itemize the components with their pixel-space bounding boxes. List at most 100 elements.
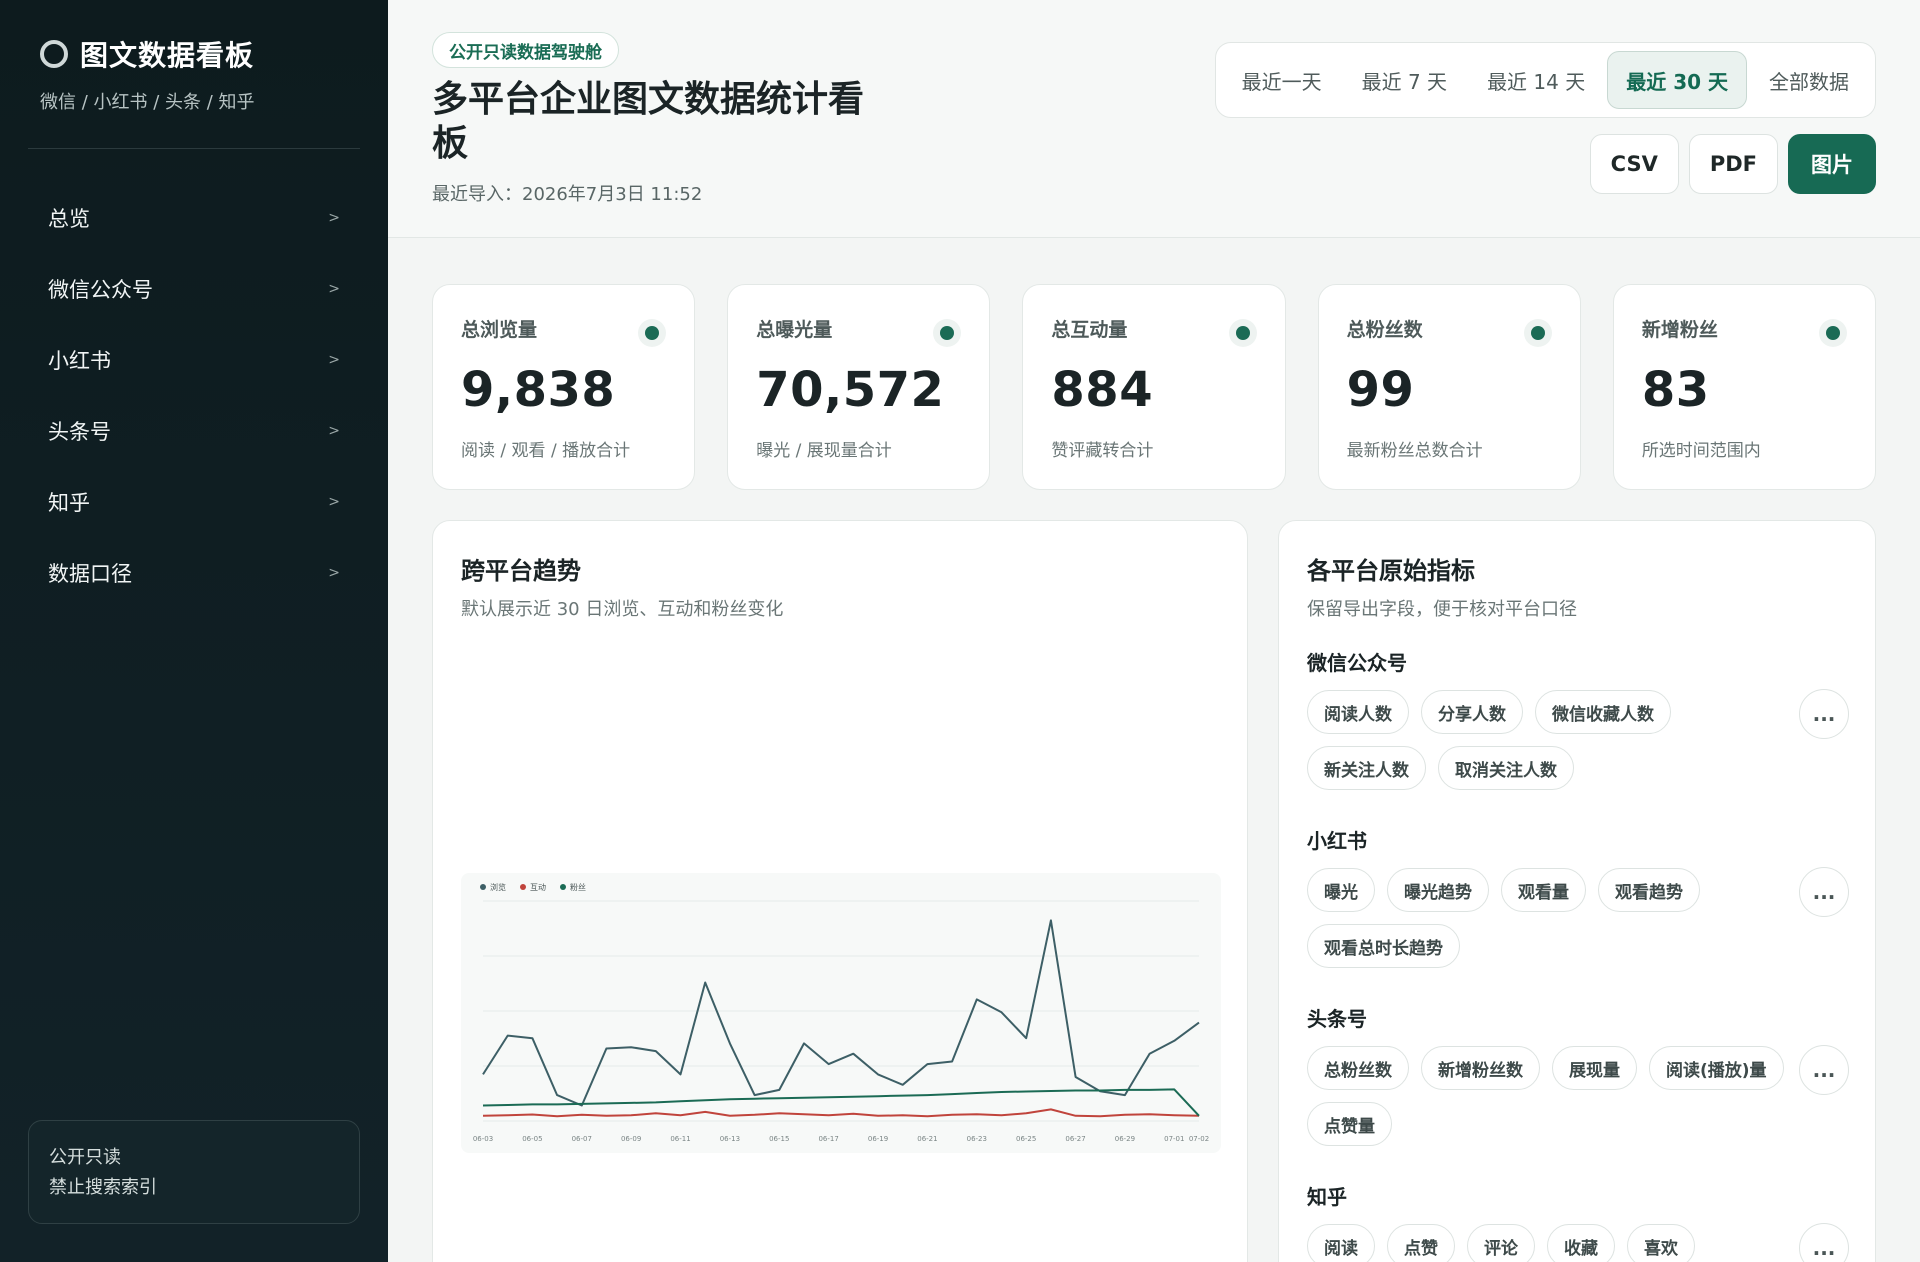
series-line-浏览 <box>482 919 1200 1107</box>
sidebar-item-label: 总览 <box>48 207 90 231</box>
readonly-tag: 公开只读数据驾驶舱 <box>432 32 619 68</box>
metrics-title: 各平台原始指标 <box>1307 557 1475 585</box>
import-timestamp: 最近导入：2026年7月3日 11:52 <box>432 184 703 205</box>
metric-chip[interactable]: 新关注人数 <box>1307 746 1426 790</box>
range-all-button[interactable]: 全部数据 <box>1751 51 1867 109</box>
more-metrics-button[interactable]: ... <box>1799 689 1849 739</box>
range-30-days-button[interactable]: 最近 30 天 <box>1607 51 1747 109</box>
metric-chip[interactable]: 收藏 <box>1547 1224 1615 1262</box>
platform-name: 知乎 <box>1307 1185 1347 1209</box>
metric-chips: 曝光 曝光趋势 观看量 观看趋势 观看总时长趋势 <box>1307 868 1787 968</box>
metric-chips: 阅读 点赞 评论 收藏 喜欢 <box>1307 1224 1787 1262</box>
platform-group-zhihu: 知乎 阅读 点赞 评论 收藏 喜欢 ... <box>1307 1181 1849 1262</box>
page-title: 多平台企业图文数据统计看板 <box>432 79 865 164</box>
metric-chip[interactable]: 总粉丝数 <box>1307 1046 1409 1090</box>
sidebar-item-label: 小红书 <box>48 349 111 373</box>
metric-chip[interactable]: 评论 <box>1467 1224 1535 1262</box>
metric-chip[interactable]: 阅读人数 <box>1307 690 1409 734</box>
x-tick-label: 06-17 <box>818 1135 838 1143</box>
x-tick-label: 06-05 <box>522 1135 542 1143</box>
sidebar-divider <box>28 148 360 149</box>
brand-logo-icon <box>40 40 68 68</box>
platform-group-toutiao: 头条号 总粉丝数 新增粉丝数 展现量 阅读(播放)量 点赞量 ... <box>1307 1003 1849 1146</box>
platform-name: 头条号 <box>1307 1007 1367 1031</box>
kpi-note: 赞评藏转合计 <box>1051 441 1154 461</box>
metric-chip[interactable]: 展现量 <box>1552 1046 1637 1090</box>
trend-subtitle: 默认展示近 30 日浏览、互动和粉丝变化 <box>461 599 784 620</box>
metric-chip[interactable]: 微信收藏人数 <box>1535 690 1671 734</box>
platform-name: 小红书 <box>1307 829 1367 853</box>
sidebar-footer-notice: 公开只读 禁止搜索索引 <box>28 1120 360 1224</box>
kpi-note: 曝光 / 展现量合计 <box>756 441 892 461</box>
metric-chip[interactable]: 分享人数 <box>1421 690 1523 734</box>
legend-label: 浏览 <box>490 882 506 892</box>
more-metrics-button[interactable]: ... <box>1799 867 1849 917</box>
export-image-button[interactable]: 图片 <box>1788 134 1876 194</box>
kpi-value: 99 <box>1346 362 1415 418</box>
export-pdf-button[interactable]: PDF <box>1688 134 1778 194</box>
kpi-value: 884 <box>1051 362 1154 418</box>
metric-chip[interactable]: 曝光 <box>1307 868 1375 912</box>
sidebar-item-data-definitions[interactable]: 数据口径 > <box>28 545 360 601</box>
kpi-value: 9,838 <box>461 362 616 418</box>
kpi-card-total-views: 总浏览量 9,838 阅读 / 观看 / 播放合计 <box>432 284 696 490</box>
legend-marker <box>480 884 486 890</box>
trend-title: 跨平台趋势 <box>461 557 581 585</box>
metric-chip[interactable]: 喜欢 <box>1627 1224 1695 1262</box>
x-tick-label: 06-13 <box>720 1135 740 1143</box>
status-dot-icon <box>1819 319 1848 347</box>
range-7-days-button[interactable]: 最近 7 天 <box>1344 51 1465 109</box>
sidebar-item-label: 头条号 <box>48 420 111 444</box>
footer-noindex-text: 禁止搜索索引 <box>49 1177 157 1198</box>
brand: 图文数据看板 <box>40 34 254 74</box>
x-tick-label: 06-19 <box>868 1135 888 1143</box>
range-14-days-button[interactable]: 最近 14 天 <box>1469 51 1603 109</box>
sidebar-item-label: 微信公众号 <box>48 278 153 302</box>
sidebar-item-overview[interactable]: 总览 > <box>28 190 360 246</box>
sidebar-item-toutiao[interactable]: 头条号 > <box>28 403 360 459</box>
kpi-note: 最新粉丝总数合计 <box>1346 441 1483 461</box>
export-csv-button[interactable]: CSV <box>1589 134 1679 194</box>
status-dot-icon <box>1523 319 1552 347</box>
metric-chip[interactable]: 阅读 <box>1307 1224 1375 1262</box>
platform-group-xiaohongshu: 小红书 曝光 曝光趋势 观看量 观看趋势 观看总时长趋势 ... <box>1307 825 1849 968</box>
platform-name: 微信公众号 <box>1307 651 1407 675</box>
kpi-card-total-followers: 总粉丝数 99 最新粉丝总数合计 <box>1317 284 1581 490</box>
kpi-label: 新增粉丝 <box>1641 319 1718 341</box>
more-metrics-button[interactable]: ... <box>1799 1045 1849 1095</box>
metric-chip[interactable]: 观看趋势 <box>1598 868 1700 912</box>
metric-chip[interactable]: 点赞 <box>1387 1224 1455 1262</box>
kpi-cards: 总浏览量 9,838 阅读 / 观看 / 播放合计 总曝光量 70,572 曝光… <box>432 284 1877 490</box>
x-tick-label: 06-07 <box>572 1135 592 1143</box>
sidebar-item-wechat[interactable]: 微信公众号 > <box>28 261 360 317</box>
trend-chart: 浏览 互动 粉丝 06-03 06-05 06-07 06-09 06-11 06-13 06-1… <box>473 882 1209 1143</box>
kpi-note: 所选时间范围内 <box>1641 441 1761 461</box>
metric-chip[interactable]: 观看总时长趋势 <box>1307 924 1460 968</box>
platform-metrics-card: 各平台原始指标 保留导出字段，便于核对平台口径 微信公众号 阅读人数 分享人数 … <box>1278 520 1876 1262</box>
more-metrics-button[interactable]: ... <box>1799 1223 1849 1262</box>
status-dot-icon <box>933 319 962 347</box>
sidebar-nav: 总览 > 微信公众号 > 小红书 > 头条号 > 知乎 > 数据口径 > <box>28 190 360 616</box>
sidebar-item-xiaohongshu[interactable]: 小红书 > <box>28 332 360 388</box>
metric-chip[interactable]: 点赞量 <box>1307 1102 1392 1146</box>
metric-chip[interactable]: 阅读(播放)量 <box>1649 1046 1784 1090</box>
trend-chart-area: 浏览 互动 粉丝 06-03 06-05 06-07 06-09 06-11 06-13 06-1… <box>461 873 1221 1153</box>
legend-label: 粉丝 <box>570 882 586 892</box>
sidebar-item-zhihu[interactable]: 知乎 > <box>28 474 360 530</box>
x-tick-label: 06-03 <box>473 1135 493 1143</box>
legend-marker <box>520 884 526 890</box>
metric-chip[interactable]: 曝光趋势 <box>1387 868 1489 912</box>
x-tick-label: 06-11 <box>670 1135 690 1143</box>
kpi-value: 70,572 <box>756 362 945 418</box>
x-tick-label: 06-15 <box>769 1135 789 1143</box>
brand-subtitle: 微信 / 小红书 / 头条 / 知乎 <box>40 92 255 113</box>
series-line-互动 <box>482 1108 1200 1118</box>
chevron-right-icon: > <box>328 210 340 226</box>
metric-chip[interactable]: 观看量 <box>1501 868 1586 912</box>
platform-group-wechat: 微信公众号 阅读人数 分享人数 微信收藏人数 新关注人数 取消关注人数 ... <box>1307 647 1849 790</box>
metric-chip[interactable]: 取消关注人数 <box>1438 746 1574 790</box>
range-1-day-button[interactable]: 最近一天 <box>1224 51 1340 109</box>
metric-chip[interactable]: 新增粉丝数 <box>1421 1046 1540 1090</box>
x-tick-label: 06-23 <box>967 1135 987 1143</box>
kpi-label: 总曝光量 <box>756 319 833 341</box>
